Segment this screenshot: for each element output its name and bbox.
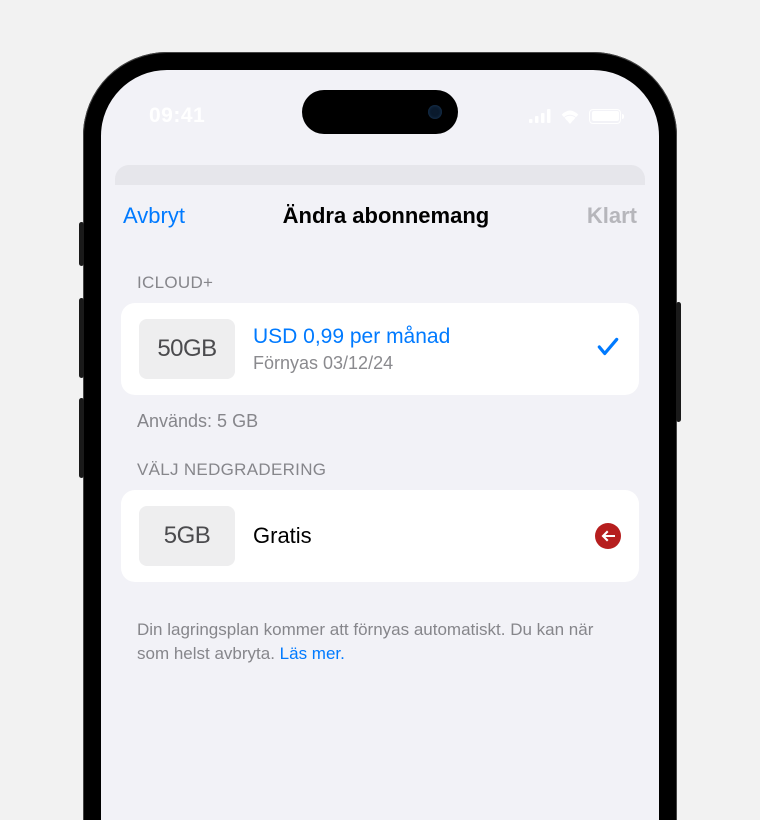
side-button [79, 222, 84, 266]
checkmark-icon [595, 334, 621, 365]
status-time: 09:41 [149, 104, 205, 128]
camera-icon [428, 105, 442, 119]
page-title: Ändra abonnemang [283, 203, 490, 229]
arrow-left-icon [595, 523, 621, 549]
phone-frame: 09:41 [83, 52, 677, 820]
dynamic-island [302, 90, 458, 134]
done-button[interactable]: Klart [587, 203, 637, 229]
plan-size-badge: 5GB [139, 506, 235, 566]
plan-free-label: Gratis [253, 523, 577, 549]
screen: 09:41 [101, 70, 659, 820]
content-area: ICLOUD+ 50GB USD 0,99 per månad Förnyas … [101, 243, 659, 666]
learn-more-link[interactable]: Läs mer. [280, 644, 345, 663]
plan-size-badge: 50GB [139, 319, 235, 379]
current-plan-row[interactable]: 50GB USD 0,99 per månad Förnyas 03/12/24 [121, 303, 639, 395]
volume-up-button [79, 298, 84, 378]
downgrade-plan-row[interactable]: 5GB Gratis [121, 490, 639, 582]
footer-body: Din lagringsplan kommer att förnyas auto… [137, 620, 593, 663]
plan-price: USD 0,99 per månad [253, 325, 577, 349]
cancel-button[interactable]: Avbryt [123, 203, 185, 229]
plan-details: USD 0,99 per månad Förnyas 03/12/24 [253, 325, 577, 374]
modal-sheet: Avbryt Ändra abonnemang Klart ICLOUD+ 50… [101, 185, 659, 820]
usage-text: Används: 5 GB [121, 395, 639, 440]
cellular-icon [529, 109, 551, 123]
phone-bezel: 09:41 [91, 60, 669, 820]
section-header-icloud: ICLOUD+ [121, 253, 639, 303]
status-indicators [529, 108, 621, 124]
footer-text: Din lagringsplan kommer att förnyas auto… [121, 582, 639, 666]
power-button [676, 302, 681, 422]
battery-icon [589, 109, 621, 124]
section-header-downgrade: VÄLJ NEDGRADERING [121, 440, 639, 490]
wifi-icon [559, 108, 581, 124]
volume-down-button [79, 398, 84, 478]
stage: 09:41 [0, 0, 760, 820]
plan-renewal: Förnyas 03/12/24 [253, 353, 577, 374]
nav-bar: Avbryt Ändra abonnemang Klart [101, 185, 659, 243]
